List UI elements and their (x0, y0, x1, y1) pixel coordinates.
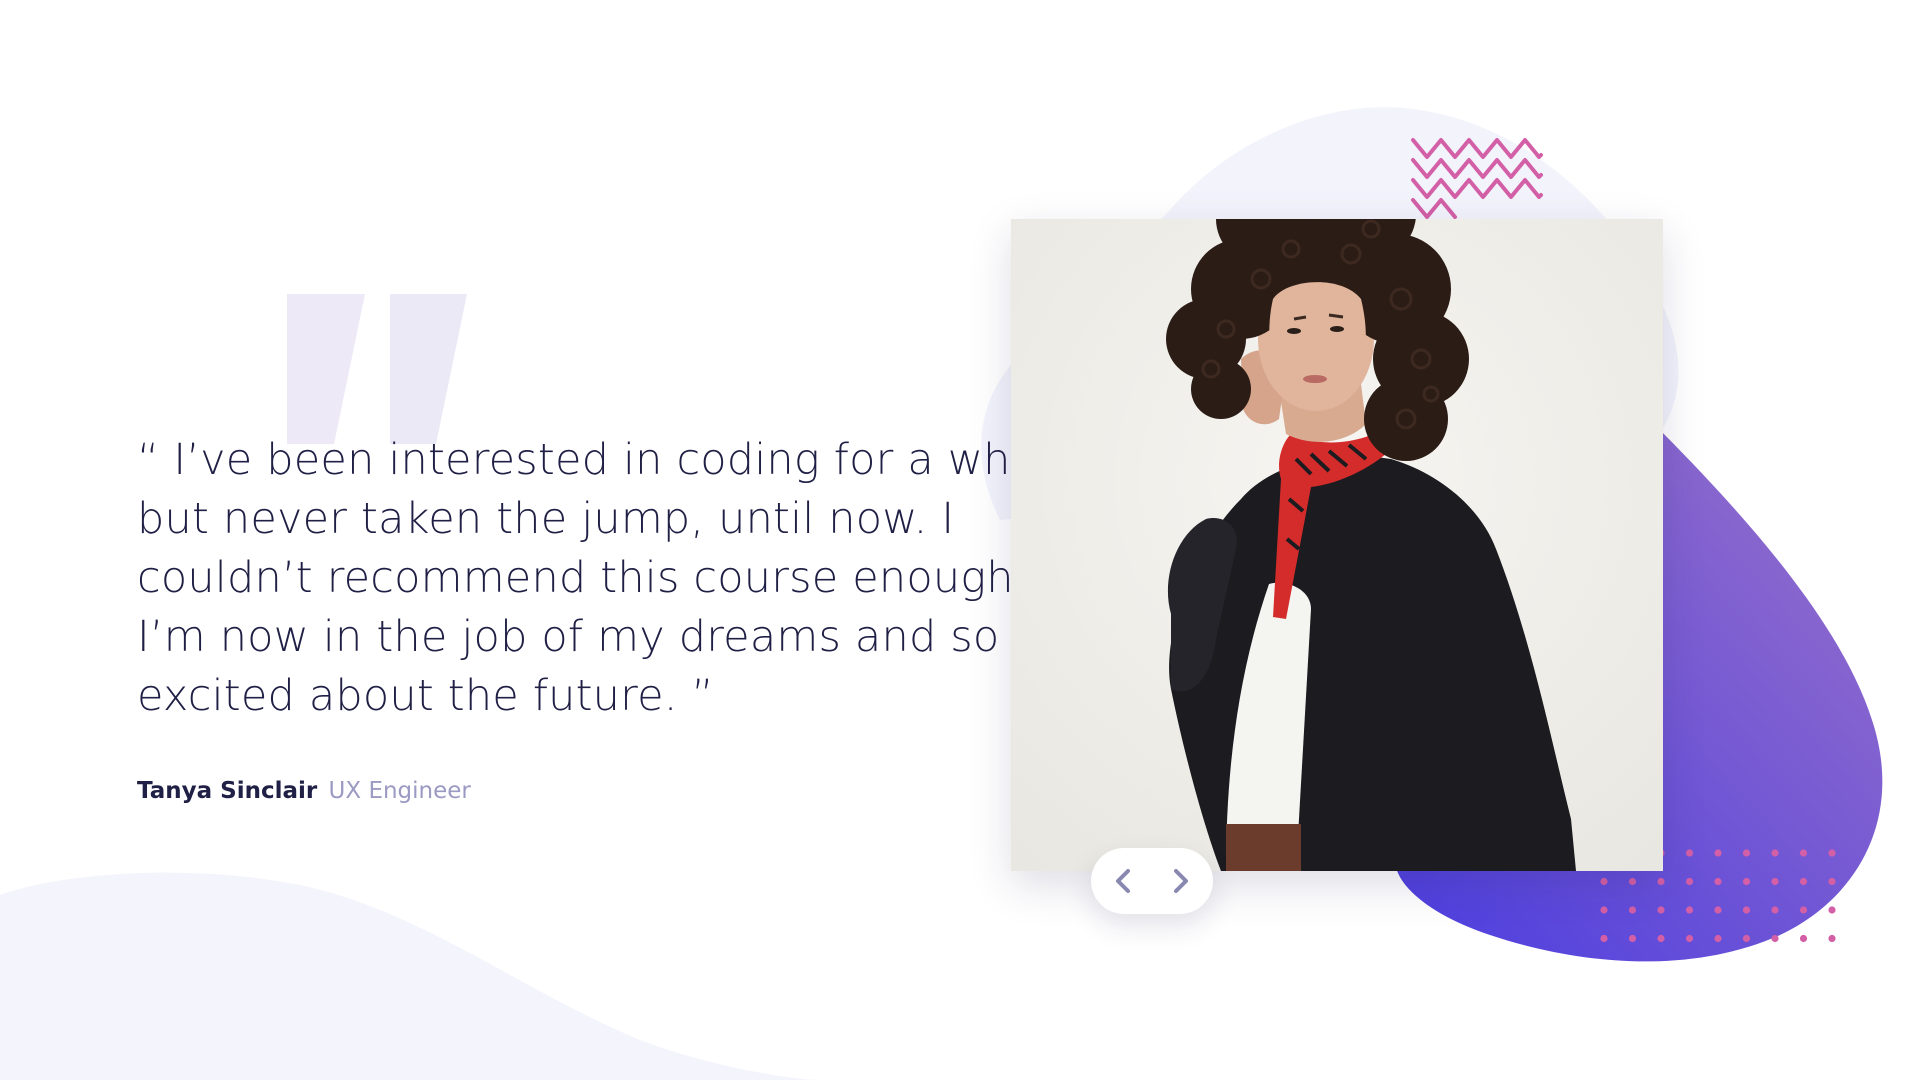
dot (1742, 934, 1751, 943)
dot (1628, 877, 1637, 886)
dot (1600, 934, 1608, 943)
author-line: Tanya Sinclair UX Engineer (137, 776, 471, 806)
dot (1657, 877, 1665, 886)
dot (1685, 877, 1694, 886)
bottom-left-wave (0, 872, 820, 1080)
dot (1828, 906, 1836, 914)
dot (1628, 906, 1637, 914)
testimonial-quote: “ I’ve been interested in coding for a w… (137, 435, 1062, 721)
dot (1714, 934, 1722, 943)
dot (1828, 849, 1836, 857)
dot (1771, 934, 1779, 943)
dot (1600, 877, 1608, 886)
author-photo (1011, 219, 1663, 871)
chevron-right-icon (1174, 869, 1188, 893)
dot (1685, 849, 1694, 857)
author-name: Tanya Sinclair (137, 778, 318, 804)
previous-button[interactable] (1105, 863, 1141, 899)
testimonial-section: “ I’ve been interested in coding for a w… (0, 0, 1920, 1080)
dot (1799, 906, 1808, 914)
dot (1657, 934, 1665, 943)
next-button[interactable] (1163, 863, 1199, 899)
dot (1685, 906, 1694, 914)
dot (1742, 877, 1751, 886)
dot (1828, 934, 1836, 943)
dot (1828, 877, 1836, 886)
dot (1799, 849, 1808, 857)
slider-navigation (1091, 848, 1213, 914)
dot (1771, 849, 1779, 857)
dot (1657, 906, 1665, 914)
dot (1771, 877, 1779, 886)
dot (1771, 906, 1779, 914)
dot (1799, 934, 1808, 943)
dot (1685, 934, 1694, 943)
dot (1714, 906, 1722, 914)
dot (1742, 906, 1751, 914)
dot (1799, 877, 1808, 886)
dot (1628, 934, 1637, 943)
dot (1600, 906, 1608, 914)
dot (1714, 849, 1722, 857)
dot (1742, 849, 1751, 857)
chevron-left-icon (1116, 869, 1130, 893)
dot (1714, 877, 1722, 886)
quote-mark-icon (287, 294, 467, 444)
author-role: UX Engineer (328, 778, 471, 804)
